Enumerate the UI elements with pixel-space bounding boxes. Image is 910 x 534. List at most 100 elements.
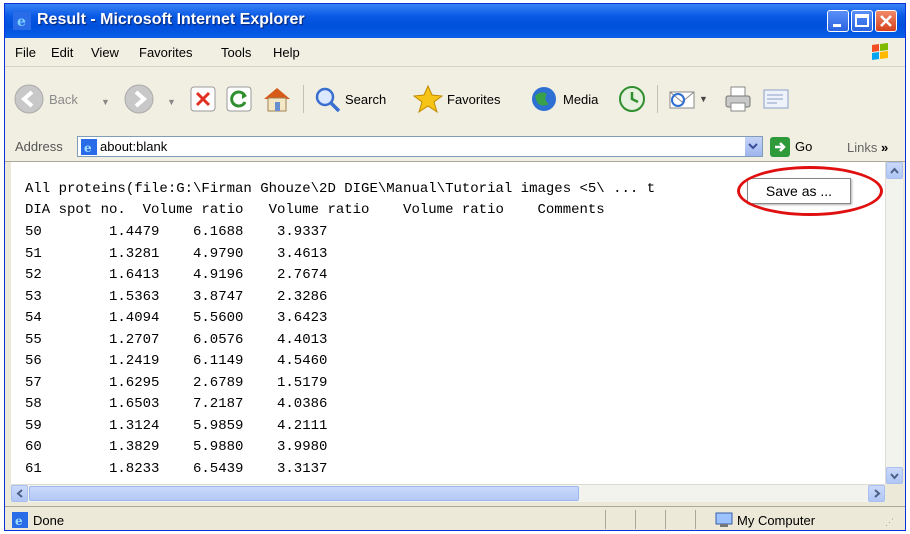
volume-ratio-cell: 6.1149 (193, 353, 244, 369)
volume-ratio-cell: 1.5179 (277, 374, 328, 391)
volume-ratio-cell: 4.0386 (277, 396, 328, 412)
svg-text:e: e (84, 141, 92, 155)
volume-ratio-cell: 5.9859 (193, 417, 244, 434)
mail-button[interactable]: ▼ (667, 81, 708, 117)
toolbar-separator (657, 85, 658, 113)
scrollbar-corner (885, 484, 902, 501)
volume-ratio-cell: 2.3286 (277, 288, 328, 305)
links-button[interactable]: Links » (847, 140, 888, 155)
title-bar[interactable]: e Result - Microsoft Internet Explorer (5, 4, 905, 38)
volume-ratio-cell: 5.9880 (193, 439, 244, 455)
home-icon (264, 88, 290, 112)
address-input[interactable]: e about:blank (77, 136, 763, 157)
edit-page-icon (763, 89, 789, 109)
volume-ratio-cell: 3.6423 (277, 310, 328, 326)
volume-ratio-cell: 1.8233 (109, 460, 160, 477)
status-text: Done (33, 513, 65, 528)
volume-ratio-cell: 1.4479 (109, 224, 160, 240)
mail-dropdown-arrow-icon[interactable]: ▼ (699, 94, 708, 104)
address-bar: Address e about:blank Go Links » (5, 133, 905, 162)
scroll-down-button[interactable] (886, 467, 903, 484)
stop-button[interactable] (189, 81, 217, 117)
spot-number-cell: 56 (25, 353, 42, 369)
chevron-left-icon (16, 489, 23, 498)
volume-ratio-cell: 6.5439 (193, 460, 244, 477)
media-globe-icon (532, 87, 556, 111)
search-icon (315, 87, 341, 113)
resize-grip-icon[interactable]: ⋰ (885, 517, 894, 528)
status-divider (605, 510, 606, 529)
minimize-button[interactable] (827, 10, 849, 32)
print-button[interactable] (723, 81, 753, 117)
status-divider (695, 510, 696, 529)
back-arrow-icon (14, 84, 44, 114)
search-button[interactable]: Search (313, 81, 386, 117)
volume-ratio-cell: 1.6503 (109, 396, 160, 412)
volume-ratio-cell: 1.3281 (109, 245, 160, 262)
standard-toolbar: Back ▼ ▼ Search Favorites Media ▼ (5, 67, 905, 134)
menu-edit[interactable]: Edit (51, 45, 73, 60)
forward-dropdown-arrow-icon[interactable]: ▼ (167, 97, 176, 107)
back-dropdown-arrow-icon[interactable]: ▼ (101, 97, 110, 107)
svg-text:e: e (17, 14, 26, 30)
spot-number-cell: 58 (25, 396, 42, 412)
volume-ratio-cell: 6.0576 (193, 331, 244, 348)
volume-ratio-cell: 1.6295 (109, 374, 160, 391)
volume-ratio-cell: 4.4013 (277, 331, 328, 348)
links-label: Links (847, 140, 878, 155)
page-content: All proteins(file:G:\Firman Ghouze\2D DI… (11, 162, 885, 484)
column-headers: DIA spot no. Volume ratio Volume ratio V… (25, 202, 605, 218)
menu-favorites[interactable]: Favorites (139, 45, 192, 60)
stop-icon (190, 86, 216, 112)
scroll-right-button[interactable] (868, 485, 885, 502)
favorites-button[interactable]: Favorites (413, 81, 500, 117)
refresh-icon (226, 86, 252, 112)
status-divider (635, 510, 636, 529)
spot-number-cell: 52 (25, 267, 42, 283)
volume-ratio-cell: 1.2419 (109, 353, 160, 369)
page-done-icon: e (12, 512, 28, 528)
spot-number-cell: 57 (25, 374, 42, 391)
horizontal-scroll-thumb[interactable] (29, 486, 579, 501)
spot-number-cell: 59 (25, 417, 42, 434)
close-icon (880, 15, 892, 27)
forward-button[interactable] (123, 81, 155, 117)
forward-arrow-icon (124, 84, 154, 114)
volume-ratio-cell: 4.2111 (277, 417, 328, 434)
close-button[interactable] (875, 10, 897, 32)
volume-ratio-cell: 4.9196 (193, 267, 244, 283)
refresh-button[interactable] (225, 81, 253, 117)
volume-ratio-cell: 2.6789 (193, 374, 244, 391)
media-button[interactable]: Media (529, 81, 598, 117)
vertical-scrollbar[interactable] (885, 162, 903, 484)
print-icon (725, 86, 751, 112)
address-value: about:blank (100, 139, 168, 154)
spot-number-cell: 50 (25, 224, 42, 240)
spot-number-cell: 55 (25, 331, 42, 348)
menu-tools[interactable]: Tools (221, 45, 251, 60)
history-button[interactable] (617, 81, 647, 117)
spot-number-cell: 54 (25, 310, 42, 326)
maximize-button[interactable] (851, 10, 873, 32)
scroll-up-button[interactable] (886, 162, 903, 179)
go-arrow-icon (770, 136, 790, 157)
go-button[interactable]: Go (770, 136, 812, 157)
edit-button[interactable] (761, 81, 791, 117)
toolbar-separator (303, 85, 304, 113)
back-button[interactable]: Back (13, 81, 78, 117)
volume-ratio-cell: 1.2707 (109, 331, 160, 348)
ie-window: e Result - Microsoft Internet Explorer F… (4, 3, 906, 531)
favorites-star-icon (413, 84, 443, 114)
volume-ratio-cell: 4.5460 (277, 353, 328, 369)
svg-text:e: e (15, 514, 23, 528)
volume-ratio-cell: 3.9980 (277, 439, 328, 455)
menu-file[interactable]: File (15, 45, 36, 60)
volume-ratio-cell: 5.5600 (193, 310, 244, 326)
menu-help[interactable]: Help (273, 45, 300, 60)
file-header-line: All proteins(file:G:\Firman Ghouze\2D DI… (25, 181, 656, 197)
home-button[interactable] (261, 81, 293, 117)
address-dropdown-button[interactable] (744, 137, 762, 156)
scroll-left-button[interactable] (11, 485, 28, 502)
horizontal-scrollbar[interactable] (11, 484, 885, 502)
menu-view[interactable]: View (91, 45, 119, 60)
